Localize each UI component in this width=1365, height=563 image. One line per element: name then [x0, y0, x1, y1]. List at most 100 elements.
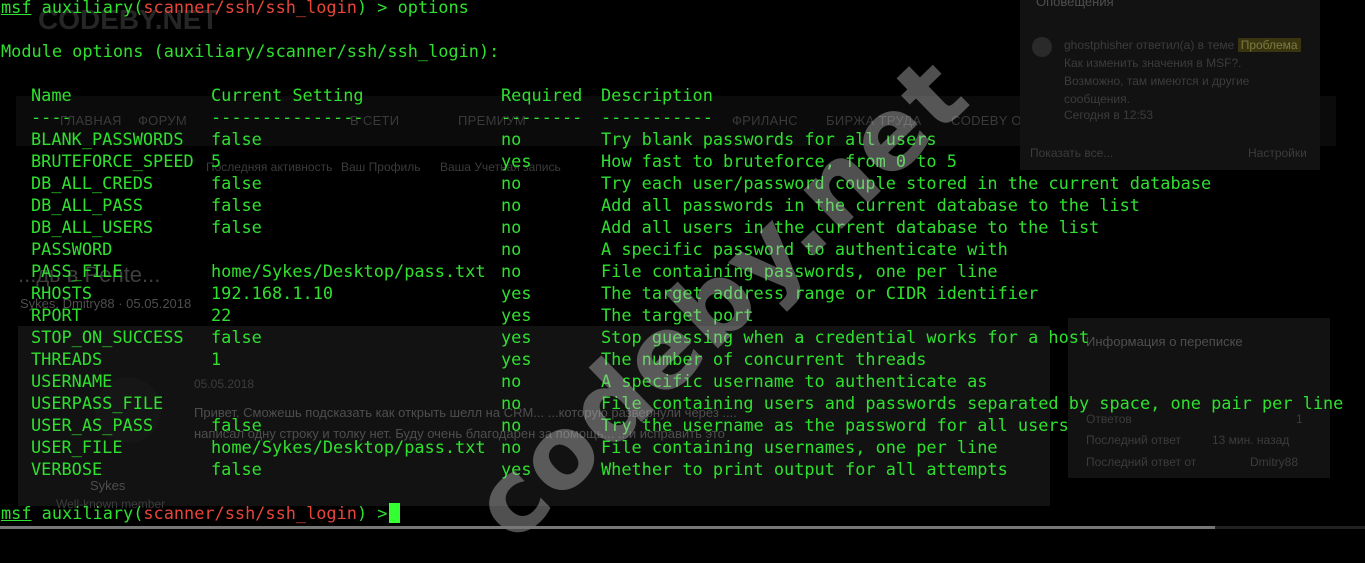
- notification-badge: Проблема: [1237, 38, 1301, 52]
- option-required: no: [501, 415, 522, 435]
- module-name: scanner/ssh/ssh_login: [143, 0, 357, 17]
- prompt-open: auxiliary(: [31, 0, 144, 17]
- option-description: The number of concurrent threads: [601, 349, 927, 369]
- option-required: yes: [501, 349, 532, 369]
- option-required: yes: [501, 151, 532, 171]
- option-name: THREADS: [31, 349, 103, 369]
- header-underline-required: --------: [501, 107, 583, 127]
- option-current-setting: 5: [211, 151, 222, 171]
- option-name: DB_ALL_PASS: [31, 195, 143, 215]
- info-last-reply-value: 13 мин. назад: [1212, 433, 1290, 447]
- option-current-setting: false: [211, 173, 262, 193]
- option-current-setting: 22: [211, 305, 232, 325]
- option-name: BLANK_PASSWORDS: [31, 129, 184, 149]
- option-current-setting: false: [211, 195, 262, 215]
- option-required: yes: [501, 283, 532, 303]
- info-last-from-value: Dmitry88: [1250, 455, 1299, 469]
- show-all-link: Показать все...: [1030, 146, 1114, 160]
- header-underline-current-setting: ---------------: [211, 107, 364, 127]
- info-answers-value: 1: [1296, 412, 1303, 426]
- option-current-setting: false: [211, 327, 262, 347]
- option-name: PASS_FILE: [31, 261, 123, 281]
- command-text: options: [397, 0, 469, 17]
- info-title: Информация о переписке: [1086, 334, 1243, 349]
- option-description: Try blank passwords for all users: [601, 129, 937, 149]
- user-avatar-icon: [1032, 37, 1052, 57]
- post-date: 05.05.2018: [194, 377, 255, 391]
- nav-item-forum: ФОРУМ: [138, 113, 187, 128]
- option-current-setting: false: [211, 459, 262, 479]
- option-description: Add all passwords in the current databas…: [601, 195, 1140, 215]
- nav-item-codeby: CODEBY О: [951, 113, 1022, 128]
- notification-message: Как изменить значения в MSF?. Возможно, …: [1064, 56, 1250, 106]
- option-required: yes: [501, 305, 532, 325]
- notification-settings-link: Настройки: [1248, 146, 1307, 160]
- option-current-setting: home/Sykes/Desktop/pass.txt: [211, 437, 486, 457]
- notification-item: ghostphisher ответил(а) в теме Проблема …: [1064, 36, 1304, 108]
- option-required: yes: [501, 459, 532, 479]
- option-required: yes: [501, 327, 532, 347]
- option-description: Try each user/password couple stored in …: [601, 173, 1212, 193]
- option-required: no: [501, 173, 522, 193]
- option-description: Add all users in the current database to…: [601, 217, 1100, 237]
- notification-time: Сегодня в 12:53: [1064, 108, 1154, 122]
- option-current-setting: home/Sykes/Desktop/pass.txt: [211, 261, 486, 281]
- option-current-setting: 1: [211, 349, 222, 369]
- notification-action: ответил(а) в теме: [1136, 38, 1235, 52]
- subnav-profile: Ваш Профиль: [341, 160, 421, 174]
- option-required: no: [501, 437, 522, 457]
- option-name: DB_ALL_CREDS: [31, 173, 154, 193]
- option-description: Stop guessing when a credential works fo…: [601, 327, 1090, 347]
- header-current-setting: Current Setting: [211, 85, 364, 105]
- prompt-line-current[interactable]: msf auxiliary(scanner/ssh/ssh_login) >: [1, 502, 398, 524]
- option-name: STOP_ON_SUCCESS: [31, 327, 184, 347]
- header-underline-description: -----------: [601, 107, 713, 127]
- option-name: DB_ALL_USERS: [31, 217, 154, 237]
- header-underline-name: ----: [31, 107, 72, 127]
- option-description: File containing passwords, one per line: [601, 261, 998, 281]
- nav-item-jobs: БИРЖА ТРУДА: [826, 113, 922, 128]
- info-last-from-label: Последний ответ от: [1086, 455, 1197, 469]
- option-description: File containing usernames, one per line: [601, 437, 998, 457]
- nav-item-freelance: ФРИЛАНС: [732, 113, 798, 128]
- option-name: PASSWORD: [31, 239, 113, 259]
- option-description: File containing users and passwords sepa…: [601, 393, 1344, 413]
- option-description: A specific username to authenticate as: [601, 371, 988, 391]
- option-current-setting: false: [211, 415, 262, 435]
- prompt-close: ) >: [356, 0, 398, 17]
- option-current-setting: 192.168.1.10: [211, 283, 334, 303]
- option-name: RHOSTS: [31, 283, 93, 303]
- prompt-prefix: msf: [1, 503, 32, 523]
- option-description: The target address range or CIDR identif…: [601, 283, 1039, 303]
- option-name: VERBOSE: [31, 459, 103, 479]
- option-required: no: [501, 129, 522, 149]
- option-required: no: [501, 371, 522, 391]
- info-last-reply-label: Последний ответ: [1086, 433, 1181, 447]
- text-cursor: [389, 503, 400, 523]
- module-name: scanner/ssh/ssh_login: [143, 503, 357, 523]
- option-current-setting: false: [211, 129, 262, 149]
- option-description: Whether to print output for all attempts: [601, 459, 1008, 479]
- option-required: no: [501, 195, 522, 215]
- option-description: A specific password to authenticate with: [601, 239, 1008, 259]
- option-description: How fast to bruteforce, from 0 to 5: [601, 151, 957, 171]
- option-required: no: [501, 239, 522, 259]
- prompt-line-options: msf auxiliary(scanner/ssh/ssh_login) > o…: [1, 0, 469, 18]
- option-name: USER_FILE: [31, 437, 123, 457]
- notifications-title: Оповещения: [1036, 0, 1114, 9]
- option-current-setting: false: [211, 217, 262, 237]
- option-required: no: [501, 393, 522, 413]
- option-description: Try the username as the password for all…: [601, 415, 1069, 435]
- header-required: Required: [501, 85, 583, 105]
- info-answers-label: Ответов: [1086, 412, 1132, 426]
- option-name: USER_AS_PASS: [31, 415, 154, 435]
- header-description: Description: [601, 85, 713, 105]
- option-name: USERPASS_FILE: [31, 393, 164, 413]
- option-name: BRUTEFORCE_SPEED: [31, 151, 194, 171]
- notification-user: ghostphisher: [1064, 38, 1133, 52]
- option-description: The target port: [601, 305, 754, 325]
- author-name: Sykes: [90, 478, 126, 493]
- prompt-open: auxiliary(: [31, 503, 144, 523]
- option-name: USERNAME: [31, 371, 113, 391]
- option-name: RPORT: [31, 305, 82, 325]
